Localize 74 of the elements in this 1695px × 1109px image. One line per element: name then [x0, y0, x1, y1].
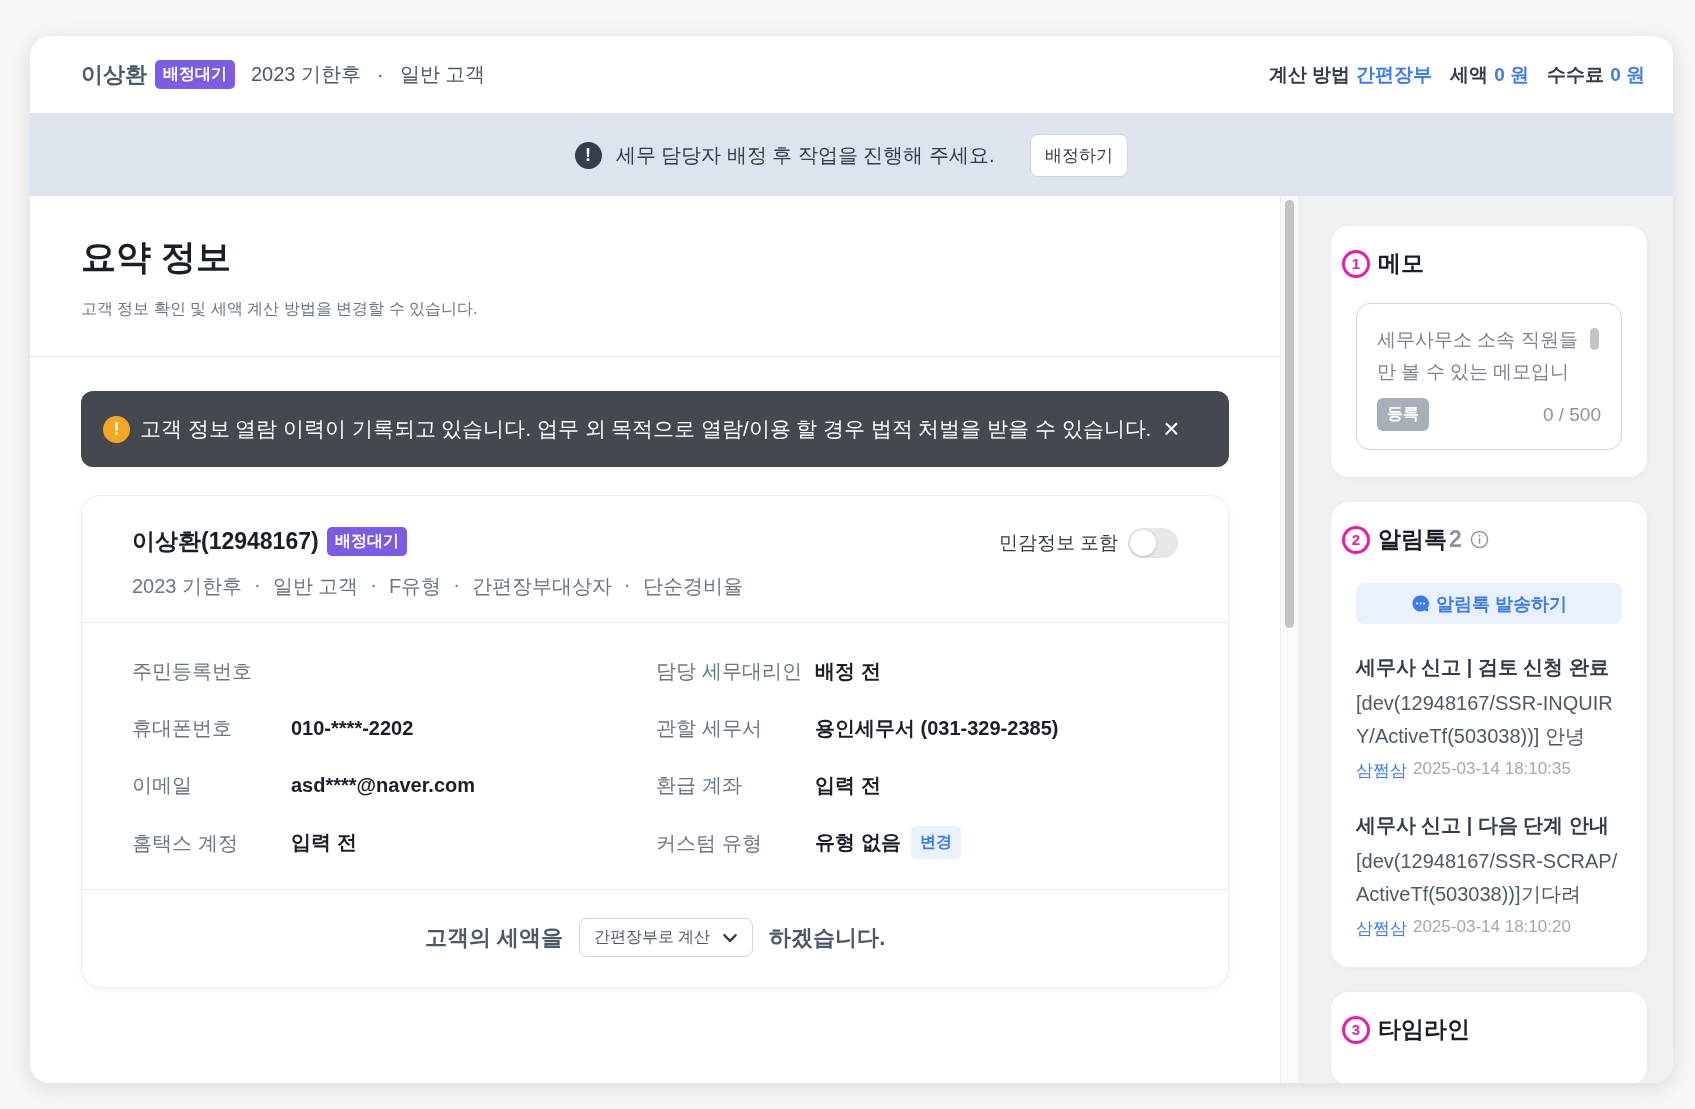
message-time: 2025-03-14 18:10:20: [1413, 917, 1571, 938]
send-button[interactable]: 알림톡 발송하기: [1356, 583, 1622, 624]
field-label: 커스텀 유형: [656, 830, 763, 856]
customer-tag: 간편장부대상자: [471, 573, 612, 600]
field-value: 유형 없음: [815, 830, 901, 855]
message-sender: 삼쩜삼: [1356, 918, 1407, 940]
separator-dot: ·: [377, 63, 384, 86]
chat-bubble-icon: [1411, 594, 1430, 613]
customer-name: 이상환(12948167): [132, 527, 319, 556]
panel-title: 메모: [1378, 249, 1424, 278]
separator-dot: ·: [254, 573, 261, 597]
change-button[interactable]: 변경: [910, 826, 961, 859]
step-marker: 3: [1342, 1015, 1370, 1044]
notice-message: 세무 담당자 배정 후 작업을 진행해 주세요.: [615, 142, 995, 168]
status-badge: 배정대기: [326, 527, 407, 556]
field-value: 입력 전: [815, 772, 881, 798]
summary-label: 세액: [1450, 62, 1489, 87]
panel-title: 알림톡: [1378, 525, 1447, 554]
message-title: 세무사 신고 | 다음 단계 안내: [1356, 813, 1610, 838]
status-badge: 배정대기: [155, 60, 235, 89]
section-subtitle: 고객 정보 확인 및 세액 계산 방법을 변경할 수 있습니다.: [81, 299, 479, 319]
warning-icon: !: [103, 415, 130, 443]
field-value: 배정 전: [815, 658, 881, 684]
toggle-label: 민감정보 포함: [998, 531, 1118, 555]
message-time: 2025-03-14 18:10:35: [1413, 759, 1571, 780]
customer-meta: 2023 기한후: [251, 62, 362, 87]
memo-field[interactable]: 세무사무소 소속 직원들만 볼 수 있는 메모입니 등록 0 / 500: [1356, 303, 1622, 450]
message-count: 2: [1449, 526, 1462, 553]
method-dropdown[interactable]: 간편장부로 계산: [578, 918, 754, 957]
submit-button[interactable]: 등록: [1377, 398, 1429, 431]
close-button[interactable]: ×: [1161, 415, 1182, 443]
field-value: 입력 전: [291, 830, 357, 855]
message-body: [dev(12948167/SSR-SCRAP/ActiveTf(503038))]기다려: [1356, 849, 1619, 907]
message-body: [dev(12948167/SSR-INQUIRY/ActiveTf(503038))] 안녕: [1356, 691, 1614, 749]
customer-tag: 2023 기한후: [132, 573, 243, 600]
field-label: 담당 세무대리인: [656, 659, 803, 684]
separator-dot: ·: [370, 573, 377, 597]
summary-value: 0 원: [1494, 62, 1530, 87]
customer-meta: 일반 고객: [399, 62, 486, 87]
customer-name: 이상환: [81, 60, 147, 89]
scrollbar-thumb[interactable]: [1285, 200, 1294, 628]
field-value: 용인세무서 (031-329-2385): [815, 715, 1059, 741]
field-label: 이메일: [132, 773, 193, 798]
alert-icon: !: [574, 141, 602, 169]
field-label: 휴대폰번호: [132, 716, 233, 741]
sentence-text: 고객의 세액을: [424, 923, 563, 952]
step-marker: 2: [1342, 525, 1370, 554]
customer-tag: 단순경비율: [642, 573, 743, 600]
separator-dot: ·: [453, 573, 460, 597]
assign-button[interactable]: 배정하기: [1030, 133, 1129, 177]
scrollbar-thumb: [1590, 328, 1599, 350]
info-icon[interactable]: [1469, 530, 1489, 549]
panel-title: 타임라인: [1378, 1015, 1470, 1044]
summary-value: 간편장부: [1356, 62, 1433, 87]
section-title: 요약 정보: [81, 236, 232, 278]
message-sender: 삼쩜삼: [1356, 760, 1407, 782]
field-label: 관할 세무서: [656, 716, 763, 741]
customer-tag: F유형: [388, 573, 442, 600]
summary-value: 0 원: [1610, 62, 1645, 87]
field-label: 주민등록번호: [132, 659, 253, 684]
step-marker: 1: [1342, 249, 1370, 278]
character-counter: 0 / 500: [1542, 403, 1601, 426]
warning-message: 고객 정보 열람 이력이 기록되고 있습니다. 업무 외 목적으로 열람/이용 할 경우 법적 처벌을 받을 수 있습니다.: [140, 416, 1152, 442]
field-value: 010-****-2202: [291, 716, 414, 740]
customer-tag: 일반 고객: [272, 573, 359, 600]
field-label: 홈택스 계정: [132, 830, 239, 856]
summary-label: 계산 방법: [1269, 62, 1351, 87]
sentence-text: 하겠습니다.: [769, 923, 886, 952]
field-value: asd****@naver.com: [291, 773, 476, 797]
separator-dot: ·: [623, 573, 631, 597]
summary-label: 수수료: [1547, 62, 1605, 87]
field-label: 환급 계좌: [656, 773, 743, 798]
message-title: 세무사 신고 | 검토 신청 완료: [1356, 655, 1610, 680]
sensitive-toggle[interactable]: [1128, 528, 1178, 558]
